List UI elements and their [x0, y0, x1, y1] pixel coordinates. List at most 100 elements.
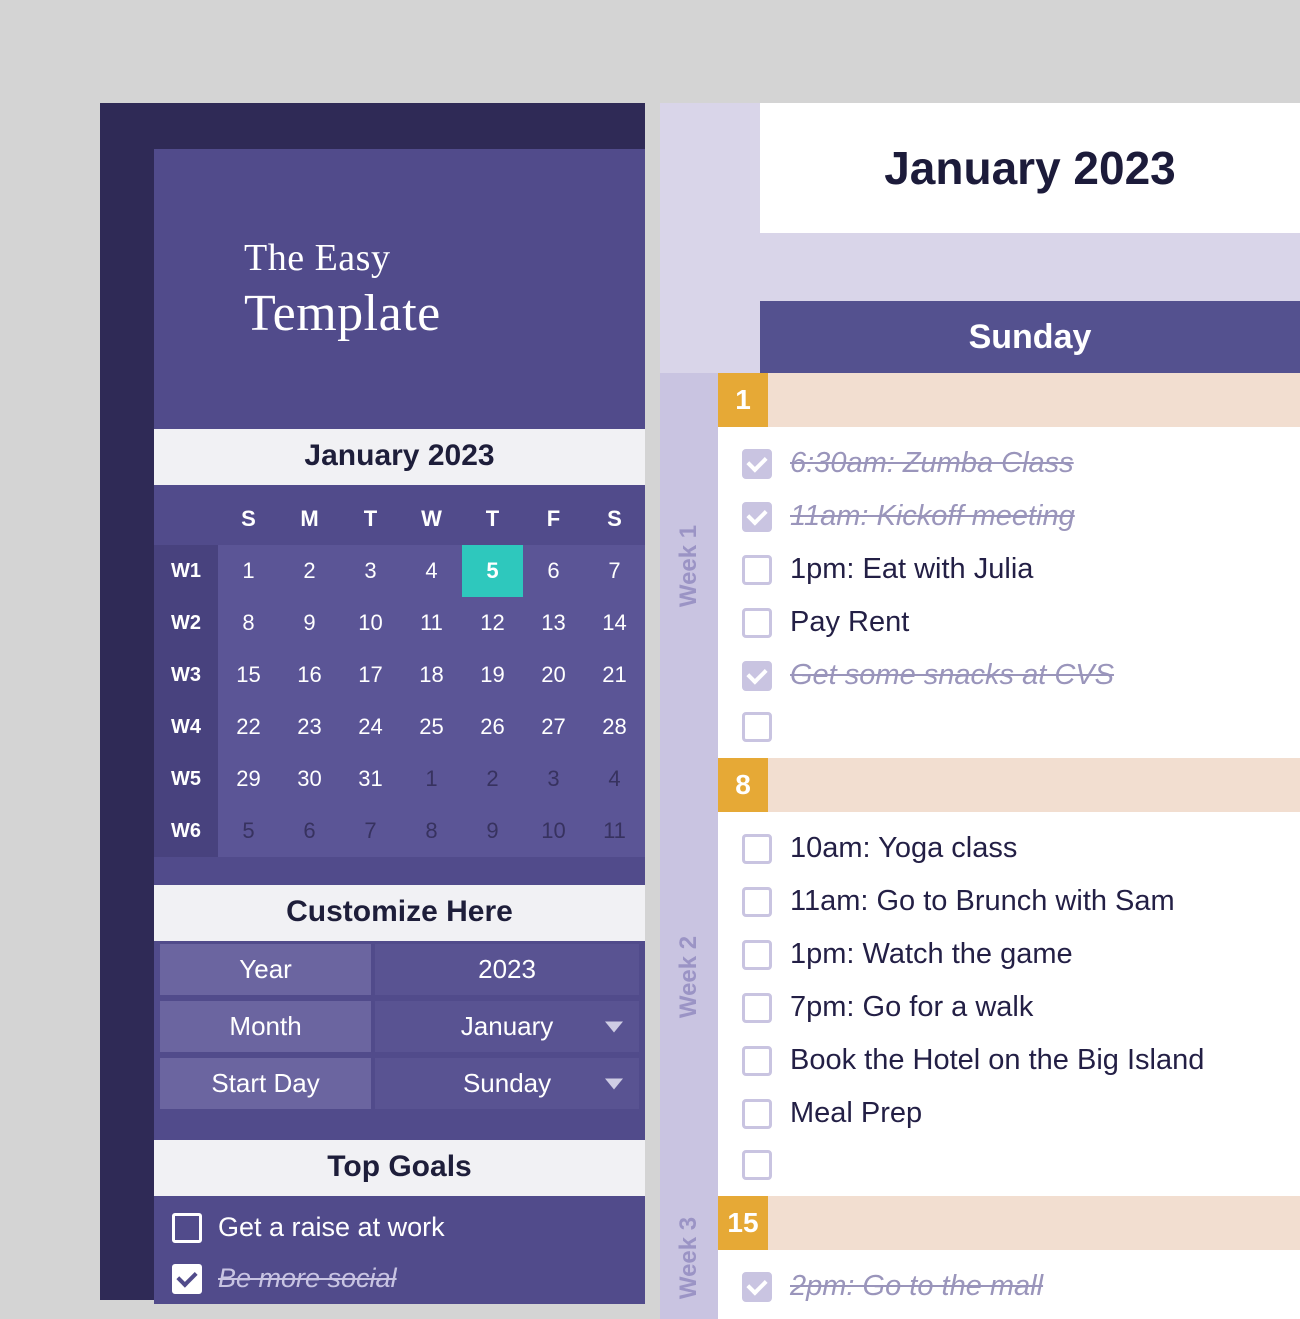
mini-cal-day[interactable]: 28 [584, 701, 645, 753]
mini-cal-day[interactable]: 6 [523, 545, 584, 597]
day-number-badge[interactable]: 15 [718, 1196, 768, 1250]
mini-cal-day[interactable]: 27 [523, 701, 584, 753]
mini-cal-day[interactable]: 31 [340, 753, 401, 805]
goal-item[interactable]: Get a raise at work [154, 1202, 645, 1253]
mini-cal-day[interactable]: 4 [401, 545, 462, 597]
day-header: 15 [718, 1196, 1300, 1250]
day-number-badge[interactable]: 8 [718, 758, 768, 812]
mini-cal-day[interactable]: 14 [584, 597, 645, 649]
mini-cal-day[interactable]: 8 [218, 597, 279, 649]
checkbox-icon[interactable] [742, 555, 772, 585]
week-block: Week 116:30am: Zumba Class11am: Kickoff … [660, 373, 1300, 758]
mini-cal-day[interactable]: 3 [340, 545, 401, 597]
mini-cal-day[interactable]: 11 [584, 805, 645, 857]
task-row[interactable]: 1pm: Watch the game [718, 928, 1300, 981]
task-row[interactable] [718, 702, 1300, 752]
customize-value-start-day[interactable]: Sunday [375, 1058, 639, 1109]
goal-label: Get a raise at work [218, 1212, 445, 1243]
goal-item[interactable]: Be more social [154, 1253, 645, 1304]
mini-cal-day[interactable]: 1 [218, 545, 279, 597]
mini-cal-day[interactable]: 30 [279, 753, 340, 805]
mini-cal-day[interactable]: 17 [340, 649, 401, 701]
mini-cal-day[interactable]: 5 [218, 805, 279, 857]
mini-cal-day[interactable]: 3 [523, 753, 584, 805]
task-text: 6:30am: Zumba Class [790, 447, 1074, 480]
mini-cal-day[interactable]: 26 [462, 701, 523, 753]
mini-cal-day[interactable]: 2 [462, 753, 523, 805]
checkbox-icon[interactable] [172, 1264, 202, 1294]
task-text: 1pm: Watch the game [790, 938, 1073, 971]
week-label: Week 2 [660, 758, 718, 1196]
task-row[interactable] [718, 1140, 1300, 1190]
checkbox-icon[interactable] [742, 940, 772, 970]
task-text: Book the Hotel on the Big Island [790, 1044, 1204, 1077]
task-row[interactable]: 2pm: Go to the mall [718, 1260, 1300, 1313]
checkbox-icon[interactable] [742, 449, 772, 479]
task-row[interactable]: 1pm: Eat with Julia [718, 543, 1300, 596]
checkbox-icon[interactable] [172, 1213, 202, 1243]
mini-cal-day[interactable]: 13 [523, 597, 584, 649]
mini-cal-dow: W [401, 493, 462, 545]
mini-cal-day[interactable]: 21 [584, 649, 645, 701]
mini-cal-day[interactable]: 5 [462, 545, 523, 597]
mini-cal-day[interactable]: 20 [523, 649, 584, 701]
task-row[interactable]: 11am: Go to Brunch with Sam [718, 875, 1300, 928]
day-number-badge[interactable]: 1 [718, 373, 768, 427]
mini-cal-day[interactable]: 10 [523, 805, 584, 857]
mini-cal-day[interactable]: 1 [401, 753, 462, 805]
mini-cal-day[interactable]: 19 [462, 649, 523, 701]
checkbox-icon[interactable] [742, 1046, 772, 1076]
task-row[interactable]: Book the Hotel on the Big Island [718, 1034, 1300, 1087]
mini-cal-dow: S [584, 493, 645, 545]
task-row[interactable]: Pay Rent [718, 596, 1300, 649]
task-row[interactable]: 7pm: Go for a walk [718, 981, 1300, 1034]
mini-cal-day[interactable]: 8 [401, 805, 462, 857]
mini-cal-day[interactable]: 9 [279, 597, 340, 649]
customize-section: Year2023MonthJanuaryStart DaySunday [154, 941, 645, 1112]
mini-cal-day[interactable]: 18 [401, 649, 462, 701]
checkbox-icon[interactable] [742, 887, 772, 917]
left-panel: The Easy Template January 2023 SMTWTFSW1… [154, 149, 645, 1300]
task-row[interactable]: 6:30am: Zumba Class [718, 437, 1300, 490]
mini-cal-day[interactable]: 4 [584, 753, 645, 805]
checkbox-icon[interactable] [742, 1099, 772, 1129]
mini-cal-day[interactable]: 10 [340, 597, 401, 649]
mini-cal-day[interactable]: 15 [218, 649, 279, 701]
mini-cal-day[interactable]: 7 [340, 805, 401, 857]
week-label: Week 3 [660, 1196, 718, 1319]
mini-cal-week-label: W4 [154, 701, 218, 753]
mini-cal-day[interactable]: 7 [584, 545, 645, 597]
task-row[interactable]: Meal Prep [718, 1087, 1300, 1140]
checkbox-icon[interactable] [742, 993, 772, 1023]
customize-value-month[interactable]: January [375, 1001, 639, 1052]
checkbox-icon[interactable] [742, 608, 772, 638]
mini-cal-day[interactable]: 6 [279, 805, 340, 857]
mini-cal-day[interactable]: 23 [279, 701, 340, 753]
mini-cal-day[interactable]: 12 [462, 597, 523, 649]
mini-cal-day[interactable]: 16 [279, 649, 340, 701]
checkbox-icon[interactable] [742, 661, 772, 691]
task-text: 7pm: Go for a walk [790, 991, 1033, 1024]
mini-cal-day[interactable]: 25 [401, 701, 462, 753]
customize-value-year[interactable]: 2023 [375, 944, 639, 995]
mini-cal-day[interactable]: 9 [462, 805, 523, 857]
mini-cal-day[interactable]: 29 [218, 753, 279, 805]
goals-title: Top Goals [154, 1140, 645, 1196]
mini-cal-day[interactable]: 2 [279, 545, 340, 597]
brand-line2: Template [244, 284, 645, 343]
mini-cal-day[interactable]: 24 [340, 701, 401, 753]
checkbox-icon[interactable] [742, 834, 772, 864]
mini-cal-week-label: W2 [154, 597, 218, 649]
checkbox-icon[interactable] [742, 712, 772, 742]
task-row[interactable]: Get some snacks at CVS [718, 649, 1300, 702]
mini-cal-dow: T [340, 493, 401, 545]
month-title: January 2023 [760, 103, 1300, 233]
mini-cal-day[interactable]: 11 [401, 597, 462, 649]
mini-cal-day[interactable]: 22 [218, 701, 279, 753]
checkbox-icon[interactable] [742, 502, 772, 532]
checkbox-icon[interactable] [742, 1150, 772, 1180]
checkbox-icon[interactable] [742, 1272, 772, 1302]
task-row[interactable]: 11am: Kickoff meeting [718, 490, 1300, 543]
mini-cal-dow: F [523, 493, 584, 545]
task-row[interactable]: 10am: Yoga class [718, 822, 1300, 875]
